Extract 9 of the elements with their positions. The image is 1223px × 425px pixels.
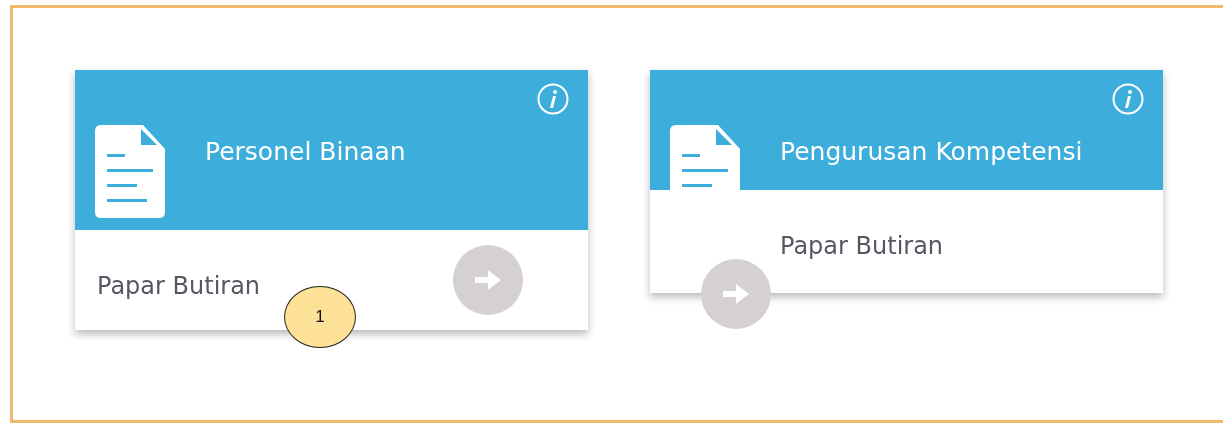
document-icon [95, 125, 165, 218]
info-icon[interactable] [1112, 83, 1144, 115]
arrow-icon [721, 281, 751, 307]
arrow-icon [473, 267, 503, 293]
details-link[interactable]: Papar Butiran [97, 268, 261, 304]
card-title: Pengurusan Kompetensi [780, 136, 1083, 168]
info-icon[interactable] [537, 83, 569, 115]
details-link[interactable]: Papar Butiran [780, 232, 944, 260]
card-title: Personel Binaan [205, 136, 406, 168]
